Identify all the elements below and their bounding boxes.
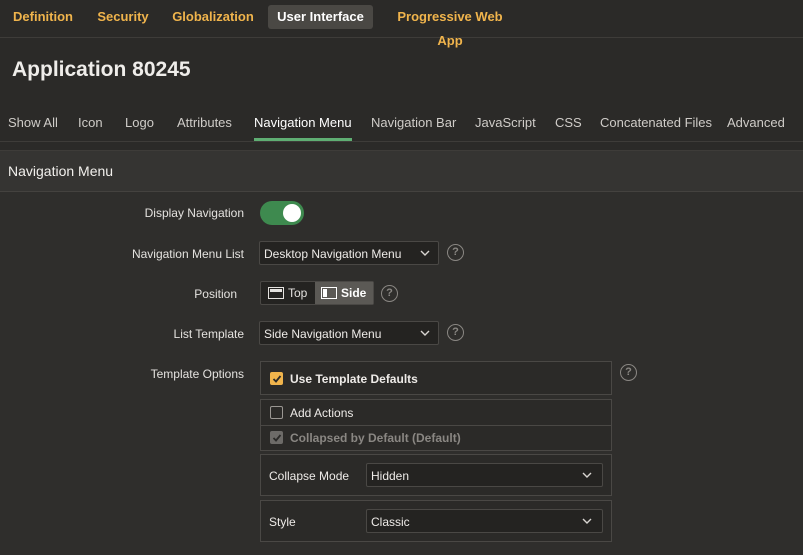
top-tab-bar: Definition Security Globalization User I…	[0, 0, 803, 48]
display-navigation-toggle[interactable]	[260, 201, 304, 225]
tab-definition[interactable]: Definition	[6, 5, 80, 29]
divider	[261, 425, 611, 426]
tab-progressive-web-app[interactable]: Progressive Web App	[384, 5, 516, 48]
subtab-css[interactable]: CSS	[555, 115, 582, 141]
help-icon[interactable]: ?	[620, 364, 637, 381]
position-top-label: Top	[288, 286, 308, 300]
use-template-defaults-box: Use Template Defaults	[260, 361, 612, 395]
list-template-select[interactable]: Side Navigation Menu	[259, 321, 439, 345]
navigation-menu-list-value: Desktop Navigation Menu	[264, 247, 402, 261]
page-title: Application 80245	[12, 58, 191, 81]
template-options-label: Template Options	[150, 367, 244, 381]
style-box: Style Classic	[260, 500, 612, 542]
subtab-icon[interactable]: Icon	[78, 115, 103, 141]
tab-security[interactable]: Security	[92, 5, 154, 29]
chevron-down-icon	[582, 518, 592, 524]
tab-user-interface[interactable]: User Interface	[268, 5, 373, 29]
position-side-label: Side	[341, 286, 367, 300]
region-header: Navigation Menu	[0, 151, 803, 192]
collapse-mode-box: Collapse Mode Hidden	[260, 454, 612, 496]
subtab-navigation-bar[interactable]: Navigation Bar	[371, 115, 456, 141]
help-icon[interactable]: ?	[447, 324, 464, 341]
chevron-down-icon	[582, 472, 592, 478]
position-top-icon	[268, 287, 284, 299]
template-options-checkbox-group: Add Actions Collapsed by Default (Defaul…	[260, 399, 612, 451]
list-template-value: Side Navigation Menu	[264, 327, 382, 341]
subtab-logo[interactable]: Logo	[125, 115, 154, 141]
subtab-navigation-menu[interactable]: Navigation Menu	[254, 115, 352, 141]
use-template-defaults-label: Use Template Defaults	[290, 372, 418, 386]
collapsed-by-default-checkbox	[270, 431, 283, 444]
position-side-icon	[321, 287, 337, 299]
subtab-javascript[interactable]: JavaScript	[475, 115, 536, 141]
region-title: Navigation Menu	[8, 163, 114, 179]
use-template-defaults-checkbox[interactable]	[270, 372, 283, 385]
add-actions-label: Add Actions	[290, 406, 354, 420]
toggle-knob	[283, 204, 301, 222]
chevron-down-icon	[420, 330, 430, 336]
list-template-label: List Template	[173, 327, 244, 341]
position-side-button[interactable]: Side	[315, 282, 373, 304]
sub-tab-bar: Show All Icon Logo Attributes Navigation…	[0, 108, 803, 142]
position-label: Position	[194, 287, 237, 301]
style-value: Classic	[371, 515, 410, 529]
navigation-menu-list-select[interactable]: Desktop Navigation Menu	[259, 241, 439, 265]
style-label: Style	[269, 515, 296, 529]
help-icon[interactable]: ?	[447, 244, 464, 261]
add-actions-checkbox[interactable]	[270, 406, 283, 419]
style-select[interactable]: Classic	[366, 509, 603, 533]
checkmark-icon	[272, 375, 282, 383]
subtab-advanced[interactable]: Advanced	[727, 115, 785, 141]
subtab-concatenated-files[interactable]: Concatenated Files	[600, 115, 712, 141]
display-navigation-label: Display Navigation	[144, 206, 244, 220]
collapse-mode-label: Collapse Mode	[269, 469, 350, 483]
checkmark-icon	[272, 434, 282, 442]
subtab-show-all[interactable]: Show All	[8, 115, 58, 141]
collapse-mode-select[interactable]: Hidden	[366, 463, 603, 487]
help-icon[interactable]: ?	[381, 285, 398, 302]
tab-globalization[interactable]: Globalization	[168, 5, 258, 29]
subtab-attributes[interactable]: Attributes	[177, 115, 232, 141]
navigation-menu-list-label: Navigation Menu List	[131, 247, 244, 261]
chevron-down-icon	[420, 250, 430, 256]
position-segmented-control: Top Side	[260, 281, 374, 305]
position-top-button[interactable]: Top	[261, 282, 315, 304]
collapsed-by-default-label: Collapsed by Default (Default)	[290, 431, 461, 445]
collapse-mode-value: Hidden	[371, 469, 410, 483]
